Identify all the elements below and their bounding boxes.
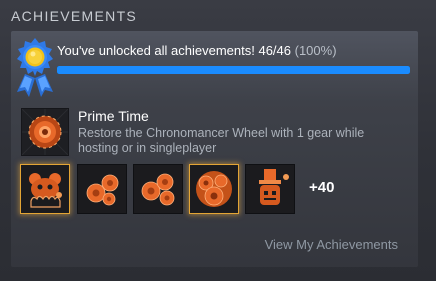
view-my-achievements-link[interactable]: View My Achievements	[265, 237, 398, 252]
progress-bar	[57, 66, 410, 74]
more-achievements-count[interactable]: +40	[309, 179, 334, 196]
unlock-summary-text: You've unlocked all achievements! 46/46	[57, 43, 291, 58]
medal-icon	[13, 36, 57, 98]
achievement-icon-robot-hat[interactable]	[245, 164, 295, 214]
achievement-icon-creature-group[interactable]	[20, 164, 70, 214]
featured-achievement-title: Prime Time	[78, 108, 149, 124]
featured-achievement-description: Restore the Chronomancer Wheel with 1 ge…	[78, 126, 365, 155]
achievements-panel: You've unlocked all achievements! 46/46 …	[11, 31, 418, 267]
achievement-icon-gears-1[interactable]	[77, 164, 127, 214]
unlock-summary: You've unlocked all achievements! 46/46 …	[57, 43, 337, 58]
progress-bar-fill	[57, 66, 410, 74]
unlock-percent: (100%)	[294, 43, 337, 58]
achievement-icon-gear-burst[interactable]	[189, 164, 239, 214]
section-title: ACHIEVEMENTS	[11, 8, 138, 24]
chronomancer-wheel-icon[interactable]	[21, 108, 69, 156]
achievement-icon-gears-2[interactable]	[133, 164, 183, 214]
